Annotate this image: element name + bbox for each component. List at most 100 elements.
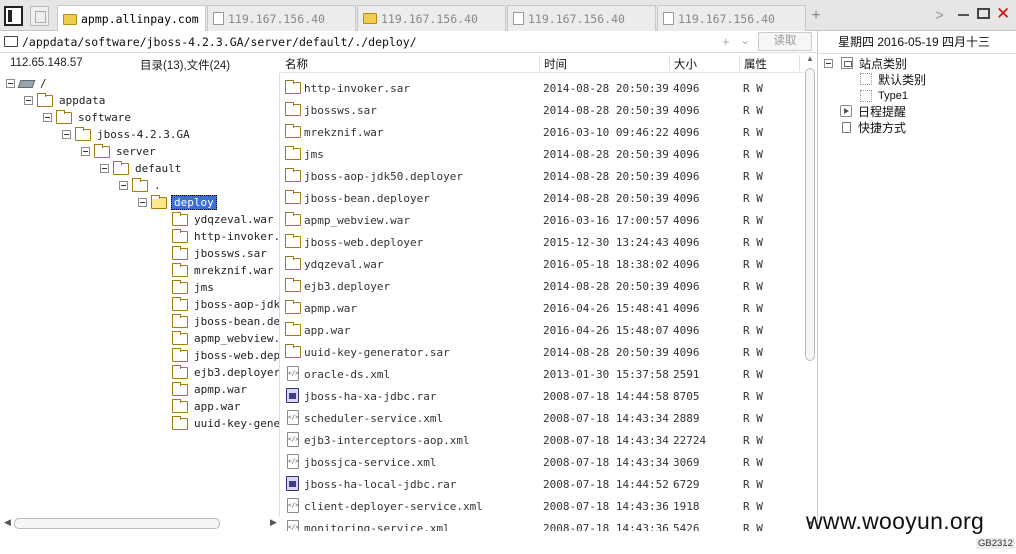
tree-node-child[interactable]: mrekznif.war — [172, 262, 275, 279]
file-row[interactable]: client-deployer-service.xml 2008-07-18 14… — [281, 495, 804, 517]
collapse-toggle-icon[interactable] — [24, 96, 33, 105]
tree-node-dot[interactable]: . — [119, 177, 163, 194]
new-tab-button[interactable]: + — [808, 7, 824, 25]
scroll-thumb[interactable] — [805, 68, 815, 361]
tab-5[interactable]: 119.167.156.40 — [657, 5, 806, 31]
tree-node-jboss[interactable]: jboss-4.2.3.GA — [62, 126, 192, 143]
site-category-node[interactable]: 站点类别 — [824, 55, 907, 71]
tree-node-deploy[interactable]: deploy — [138, 194, 217, 211]
column-divider[interactable] — [539, 55, 540, 71]
sidebar-toggle-icon[interactable] — [4, 6, 23, 26]
file-time: 2014-08-28 20:50:39 — [543, 346, 669, 359]
tree-node-server[interactable]: server — [81, 143, 158, 160]
column-header-time[interactable]: 时间 — [544, 56, 567, 72]
column-divider[interactable] — [799, 55, 800, 71]
file-row[interactable]: jboss-bean.deployer 2014-08-28 20:50:39 40… — [281, 187, 804, 209]
path-input[interactable]: /appdata/software/jboss-4.2.3.GA/server/… — [22, 35, 417, 49]
collapse-toggle-icon[interactable] — [62, 130, 71, 139]
tree-node-child[interactable]: jboss-aop-jdk50.deployer — [172, 296, 279, 313]
column-header-name[interactable]: 名称 — [285, 56, 308, 72]
column-header-size[interactable]: 大小 — [674, 56, 697, 72]
file-row[interactable]: jboss-ha-local-jdbc.rar 2008-07-18 14:44:… — [281, 473, 804, 495]
tree-node-child[interactable]: ydqzeval.war — [172, 211, 275, 228]
file-attr: R W — [743, 148, 763, 161]
collapse-toggle-icon[interactable] — [81, 147, 90, 156]
column-header-attr[interactable]: 属性 — [744, 56, 767, 72]
tree-node-root[interactable]: / — [6, 75, 49, 92]
file-row[interactable]: http-invoker.sar 2014-08-28 20:50:39 4096 R… — [281, 77, 804, 99]
tab-2[interactable]: 119.167.156.40 — [207, 5, 356, 31]
file-list-vertical-scrollbar[interactable]: ▲ ▼ — [804, 53, 816, 531]
file-row[interactable]: oracle-ds.xml 2013-01-30 15:37:58 2591 R W — [281, 363, 804, 385]
tab-3[interactable]: 119.167.156.40 — [357, 5, 506, 31]
file-row[interactable]: jms 2014-08-28 20:50:39 4096 R W — [281, 143, 804, 165]
column-divider[interactable] — [739, 55, 740, 71]
tree-node-child[interactable]: app.war — [172, 398, 242, 415]
file-size: 4096 — [673, 104, 700, 117]
collapse-toggle-icon[interactable] — [100, 164, 109, 173]
close-button[interactable]: ✕ — [996, 4, 1010, 24]
encoding-label[interactable]: GB2312 — [976, 538, 1015, 549]
archive-file-icon — [286, 388, 299, 403]
tree-horizontal-scrollbar[interactable]: ◀ ▶ — [0, 517, 280, 531]
file-time: 2008-07-18 14:43:34 — [543, 434, 669, 447]
collapse-toggle-icon[interactable] — [119, 181, 128, 190]
tree-node-child[interactable]: jboss-bean.deployer — [172, 313, 279, 330]
file-row[interactable]: jbossws.sar 2014-08-28 20:50:39 4096 R W — [281, 99, 804, 121]
scroll-left-icon[interactable]: ◀ — [4, 517, 11, 528]
tree-node-child[interactable]: apmp.war — [172, 381, 249, 398]
tab-1[interactable]: apmp.allinpay.com — [57, 5, 206, 32]
collapse-toggle-icon[interactable] — [824, 58, 833, 68]
tab-4[interactable]: 119.167.156.40 — [507, 5, 656, 31]
file-row[interactable]: scheduler-service.xml 2008-07-18 14:43:34… — [281, 407, 804, 429]
schedule-node[interactable]: 日程提醒 — [840, 103, 906, 119]
file-row[interactable]: jboss-web.deployer 2015-12-30 13:24:43 409… — [281, 231, 804, 253]
file-row[interactable]: uuid-key-generator.sar 2014-08-28 20:50:3… — [281, 341, 804, 363]
tree-node-label: jms — [194, 281, 214, 294]
scroll-thumb[interactable] — [14, 518, 220, 529]
file-time: 2014-08-28 20:50:39 — [543, 280, 669, 293]
xml-file-icon — [287, 498, 299, 513]
file-name: jbossws.sar — [304, 104, 377, 117]
column-divider[interactable] — [669, 55, 670, 71]
type-item-default[interactable]: 默认类别 — [860, 71, 926, 87]
tree-node-appdata[interactable]: appdata — [24, 92, 107, 109]
scroll-right-icon[interactable]: ▶ — [270, 517, 277, 528]
file-row[interactable]: ydqzeval.war 2016-05-18 18:38:02 4096 R W — [281, 253, 804, 275]
file-row[interactable]: app.war 2016-04-26 15:48:07 4096 R W — [281, 319, 804, 341]
shortcut-node[interactable]: 快捷方式 — [840, 119, 906, 135]
read-button[interactable]: 读取 — [758, 32, 812, 51]
tree-node-child[interactable]: apmp_webview.war — [172, 330, 279, 347]
tree-node-child[interactable]: ejb3.deployer — [172, 364, 279, 381]
tree-node-child[interactable]: jms — [172, 279, 216, 296]
collapse-toggle-icon[interactable] — [43, 113, 52, 122]
tree-node-child[interactable]: jbossws.sar — [172, 245, 269, 262]
file-row[interactable]: apmp_webview.war 2016-03-16 17:00:57 4096 R… — [281, 209, 804, 231]
file-attr: R W — [743, 170, 763, 183]
file-attr: R W — [743, 258, 763, 271]
tree-node-child[interactable]: http-invoker.sar — [172, 228, 279, 245]
file-row[interactable]: apmp.war 2016-04-26 15:48:41 4096 R W — [281, 297, 804, 319]
file-row[interactable]: jboss-ha-xa-jdbc.rar 2008-07-18 14:44:58 8… — [281, 385, 804, 407]
collapse-toggle-icon[interactable] — [6, 79, 15, 88]
tab-scroll-right-button[interactable]: > — [935, 7, 944, 24]
scroll-up-icon[interactable]: ▲ — [806, 54, 814, 63]
tree-node-default[interactable]: default — [100, 160, 183, 177]
file-time: 2014-08-28 20:50:39 — [543, 82, 669, 95]
tree-node-software[interactable]: software — [43, 109, 133, 126]
path-dropdown-button[interactable]: ⌄ — [740, 33, 750, 47]
tab-list-icon[interactable] — [30, 6, 49, 26]
add-path-button[interactable]: + — [722, 34, 730, 49]
file-name: apmp.war — [304, 302, 357, 315]
file-row[interactable]: monitoring-service.xml 2008-07-18 14:43:3… — [281, 517, 804, 531]
file-row[interactable]: jboss-aop-jdk50.deployer 2014-08-28 20:50… — [281, 165, 804, 187]
file-row[interactable]: ejb3-interceptors-aop.xml 2008-07-18 14:4… — [281, 429, 804, 451]
file-row[interactable]: ejb3.deployer 2014-08-28 20:50:39 4096 R W — [281, 275, 804, 297]
tree-node-child[interactable]: jboss-web.deployer — [172, 347, 279, 364]
collapse-toggle-icon[interactable] — [138, 198, 147, 207]
maximize-button[interactable] — [977, 8, 990, 19]
file-row[interactable]: mrekznif.war 2016-03-10 09:46:22 4096 R W — [281, 121, 804, 143]
tree-node-child[interactable]: uuid-key-generator.sar — [172, 415, 279, 432]
minimize-button[interactable] — [958, 14, 969, 16]
file-row[interactable]: jbossjca-service.xml 2008-07-18 14:43:34 3… — [281, 451, 804, 473]
